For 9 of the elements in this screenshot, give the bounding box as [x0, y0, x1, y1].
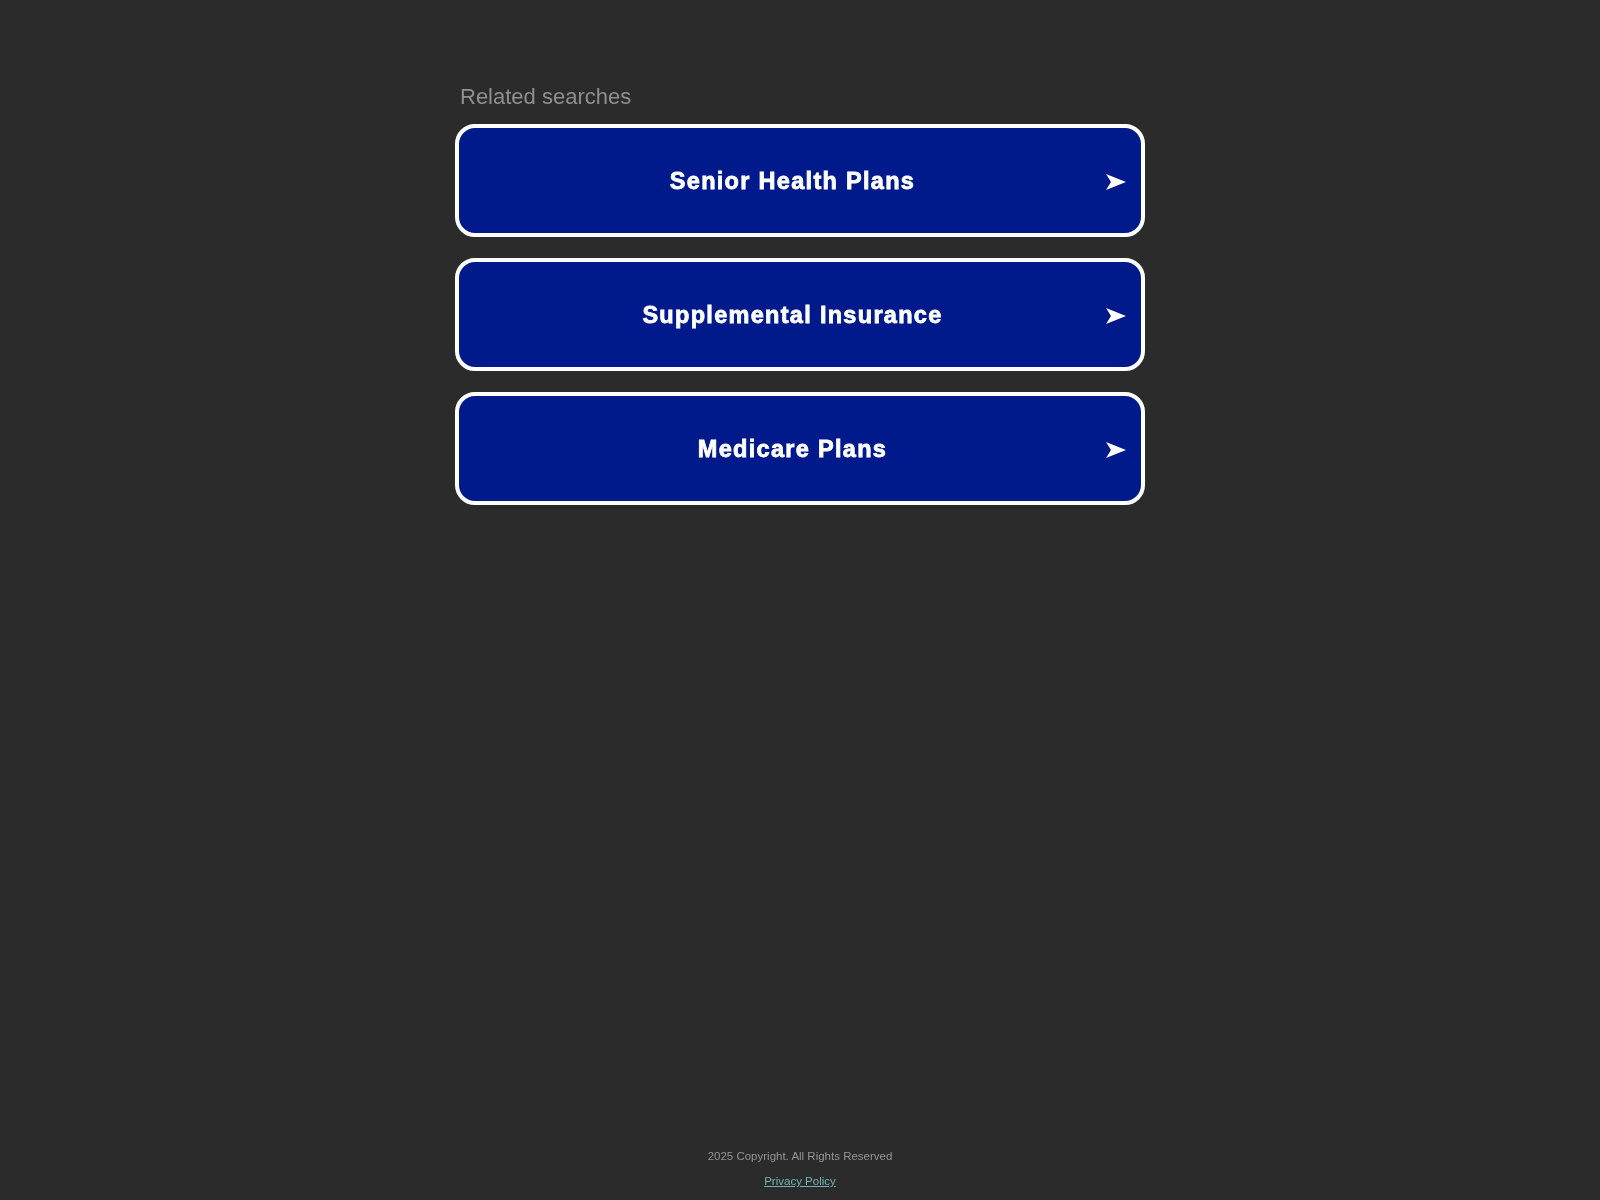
search-link-button[interactable]: Supplemental Insurance [455, 258, 1145, 371]
section-heading: Related searches [460, 84, 632, 110]
arrowhead-icon [1106, 307, 1126, 324]
arrowhead-icon [1106, 441, 1126, 458]
copyright-text: 2025 Copyright. All Rights Reserved [707, 1149, 893, 1163]
search-link-button[interactable]: Senior Health Plans [455, 124, 1145, 237]
privacy-policy-link[interactable]: Privacy Policy [764, 1174, 836, 1188]
arrowhead-icon [1106, 173, 1126, 190]
search-link-button[interactable]: Medicare Plans [455, 392, 1145, 505]
